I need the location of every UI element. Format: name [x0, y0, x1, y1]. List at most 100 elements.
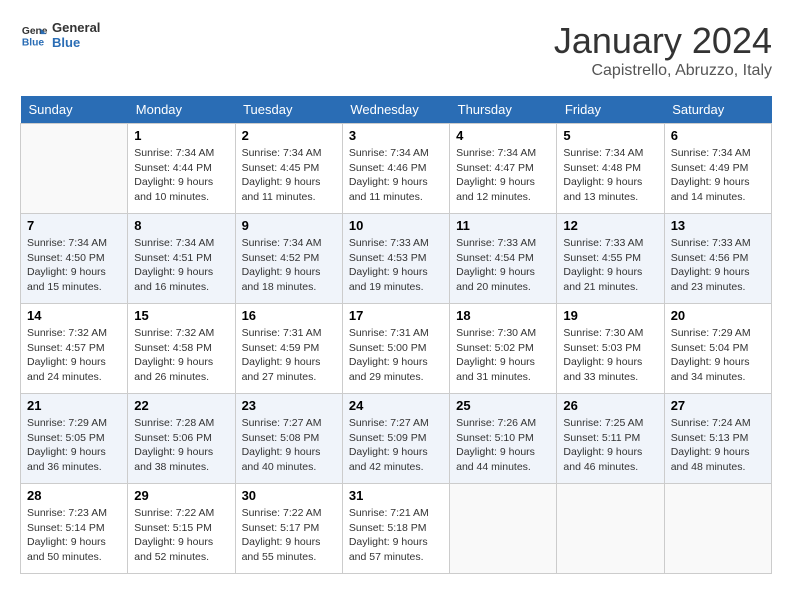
calendar-cell: 16 Sunrise: 7:31 AMSunset: 4:59 PMDayligh…: [235, 304, 342, 394]
logo-icon: General Blue: [20, 21, 48, 49]
day-number: 21: [27, 398, 121, 413]
day-number: 10: [349, 218, 443, 233]
calendar-header-row: SundayMondayTuesdayWednesdayThursdayFrid…: [21, 96, 772, 124]
calendar-cell: 2 Sunrise: 7:34 AMSunset: 4:45 PMDaylight…: [235, 124, 342, 214]
day-number: 9: [242, 218, 336, 233]
calendar-cell: 6 Sunrise: 7:34 AMSunset: 4:49 PMDaylight…: [664, 124, 771, 214]
column-header-wednesday: Wednesday: [342, 96, 449, 124]
calendar-cell: 27Sunrise: 7:24 AMSunset: 5:13 PMDayligh…: [664, 394, 771, 484]
calendar-cell: [21, 124, 128, 214]
column-header-thursday: Thursday: [450, 96, 557, 124]
calendar-cell: 26Sunrise: 7:25 AMSunset: 5:11 PMDayligh…: [557, 394, 664, 484]
svg-text:Blue: Blue: [22, 37, 45, 48]
column-header-saturday: Saturday: [664, 96, 771, 124]
calendar-body: 1Sunrise: 7:34 AMSunset: 4:44 PMDaylight…: [21, 124, 772, 574]
calendar-cell: 24Sunrise: 7:27 AMSunset: 5:09 PMDayligh…: [342, 394, 449, 484]
calendar-cell: 20 Sunrise: 7:29 AMSunset: 5:04 PMDayligh…: [664, 304, 771, 394]
day-number: 29: [134, 488, 228, 503]
calendar-cell: 17 Sunrise: 7:31 AMSunset: 5:00 PMDayligh…: [342, 304, 449, 394]
calendar-cell: 21 Sunrise: 7:29 AMSunset: 5:05 PMDayligh…: [21, 394, 128, 484]
page-header: General Blue General Blue January 2024 C…: [20, 20, 772, 80]
week-row-2: 7 Sunrise: 7:34 AMSunset: 4:50 PMDaylight…: [21, 214, 772, 304]
day-info: Sunrise: 7:27 AMSunset: 5:09 PMDaylight:…: [349, 416, 443, 475]
day-info: Sunrise: 7:33 AMSunset: 4:55 PMDaylight:…: [563, 236, 657, 295]
day-info: Sunrise: 7:33 AMSunset: 4:54 PMDaylight:…: [456, 236, 550, 295]
calendar-cell: 5Sunrise: 7:34 AMSunset: 4:48 PMDaylight…: [557, 124, 664, 214]
calendar-cell: [557, 484, 664, 574]
day-number: 12: [563, 218, 657, 233]
column-header-sunday: Sunday: [21, 96, 128, 124]
calendar-cell: [450, 484, 557, 574]
logo-line2: Blue: [52, 35, 100, 50]
day-number: 20: [671, 308, 765, 323]
day-number: 17: [349, 308, 443, 323]
day-number: 28: [27, 488, 121, 503]
day-number: 7: [27, 218, 121, 233]
day-number: 3: [349, 128, 443, 143]
day-number: 11: [456, 218, 550, 233]
day-number: 30: [242, 488, 336, 503]
location-title: Capistrello, Abruzzo, Italy: [554, 62, 772, 80]
logo: General Blue General Blue: [20, 20, 100, 50]
calendar-cell: 18Sunrise: 7:30 AMSunset: 5:02 PMDayligh…: [450, 304, 557, 394]
week-row-3: 14Sunrise: 7:32 AMSunset: 4:57 PMDayligh…: [21, 304, 772, 394]
day-info: Sunrise: 7:29 AMSunset: 5:04 PMDaylight:…: [671, 326, 765, 385]
day-number: 5: [563, 128, 657, 143]
calendar-cell: [664, 484, 771, 574]
day-number: 2: [242, 128, 336, 143]
calendar-cell: 15 Sunrise: 7:32 AMSunset: 4:58 PMDayligh…: [128, 304, 235, 394]
day-info: Sunrise: 7:29 AMSunset: 5:05 PMDaylight:…: [27, 416, 121, 475]
day-number: 31: [349, 488, 443, 503]
day-number: 4: [456, 128, 550, 143]
calendar-cell: 10 Sunrise: 7:33 AMSunset: 4:53 PMDayligh…: [342, 214, 449, 304]
day-info: Sunrise: 7:34 AMSunset: 4:51 PMDaylight:…: [134, 236, 228, 295]
day-info: Sunrise: 7:30 AMSunset: 5:02 PMDaylight:…: [456, 326, 550, 385]
calendar-cell: 8 Sunrise: 7:34 AMSunset: 4:51 PMDaylight…: [128, 214, 235, 304]
day-info: Sunrise: 7:34 AMSunset: 4:50 PMDaylight:…: [27, 236, 121, 295]
column-header-friday: Friday: [557, 96, 664, 124]
day-number: 6: [671, 128, 765, 143]
day-info: Sunrise: 7:34 AMSunset: 4:49 PMDaylight:…: [671, 146, 765, 205]
day-number: 23: [242, 398, 336, 413]
month-title: January 2024: [554, 20, 772, 62]
day-number: 27: [671, 398, 765, 413]
day-info: Sunrise: 7:21 AMSunset: 5:18 PMDaylight:…: [349, 506, 443, 565]
calendar-cell: 29 Sunrise: 7:22 AMSunset: 5:15 PMDayligh…: [128, 484, 235, 574]
calendar-cell: 3Sunrise: 7:34 AMSunset: 4:46 PMDaylight…: [342, 124, 449, 214]
calendar-cell: 19 Sunrise: 7:30 AMSunset: 5:03 PMDayligh…: [557, 304, 664, 394]
day-number: 26: [563, 398, 657, 413]
day-info: Sunrise: 7:27 AMSunset: 5:08 PMDaylight:…: [242, 416, 336, 475]
day-number: 25: [456, 398, 550, 413]
day-number: 19: [563, 308, 657, 323]
column-header-tuesday: Tuesday: [235, 96, 342, 124]
calendar-cell: 30 Sunrise: 7:22 AMSunset: 5:17 PMDayligh…: [235, 484, 342, 574]
week-row-1: 1Sunrise: 7:34 AMSunset: 4:44 PMDaylight…: [21, 124, 772, 214]
logo-line1: General: [52, 20, 100, 35]
day-number: 22: [134, 398, 228, 413]
day-info: Sunrise: 7:33 AMSunset: 4:56 PMDaylight:…: [671, 236, 765, 295]
day-info: Sunrise: 7:22 AMSunset: 5:15 PMDaylight:…: [134, 506, 228, 565]
calendar-cell: 1Sunrise: 7:34 AMSunset: 4:44 PMDaylight…: [128, 124, 235, 214]
day-info: Sunrise: 7:31 AMSunset: 5:00 PMDaylight:…: [349, 326, 443, 385]
day-number: 14: [27, 308, 121, 323]
day-number: 15: [134, 308, 228, 323]
calendar-cell: 14Sunrise: 7:32 AMSunset: 4:57 PMDayligh…: [21, 304, 128, 394]
calendar-cell: 22 Sunrise: 7:28 AMSunset: 5:06 PMDayligh…: [128, 394, 235, 484]
calendar-cell: 12 Sunrise: 7:33 AMSunset: 4:55 PMDayligh…: [557, 214, 664, 304]
day-info: Sunrise: 7:28 AMSunset: 5:06 PMDaylight:…: [134, 416, 228, 475]
day-info: Sunrise: 7:22 AMSunset: 5:17 PMDaylight:…: [242, 506, 336, 565]
day-info: Sunrise: 7:34 AMSunset: 4:44 PMDaylight:…: [134, 146, 228, 205]
calendar-cell: 23 Sunrise: 7:27 AMSunset: 5:08 PMDayligh…: [235, 394, 342, 484]
day-info: Sunrise: 7:30 AMSunset: 5:03 PMDaylight:…: [563, 326, 657, 385]
day-info: Sunrise: 7:33 AMSunset: 4:53 PMDaylight:…: [349, 236, 443, 295]
day-info: Sunrise: 7:31 AMSunset: 4:59 PMDaylight:…: [242, 326, 336, 385]
day-number: 8: [134, 218, 228, 233]
calendar-table: SundayMondayTuesdayWednesdayThursdayFrid…: [20, 96, 772, 574]
calendar-cell: 4Sunrise: 7:34 AMSunset: 4:47 PMDaylight…: [450, 124, 557, 214]
day-number: 16: [242, 308, 336, 323]
day-info: Sunrise: 7:34 AMSunset: 4:45 PMDaylight:…: [242, 146, 336, 205]
title-block: January 2024 Capistrello, Abruzzo, Italy: [554, 20, 772, 80]
calendar-cell: 28Sunrise: 7:23 AMSunset: 5:14 PMDayligh…: [21, 484, 128, 574]
calendar-cell: 9Sunrise: 7:34 AMSunset: 4:52 PMDaylight…: [235, 214, 342, 304]
day-info: Sunrise: 7:32 AMSunset: 4:58 PMDaylight:…: [134, 326, 228, 385]
